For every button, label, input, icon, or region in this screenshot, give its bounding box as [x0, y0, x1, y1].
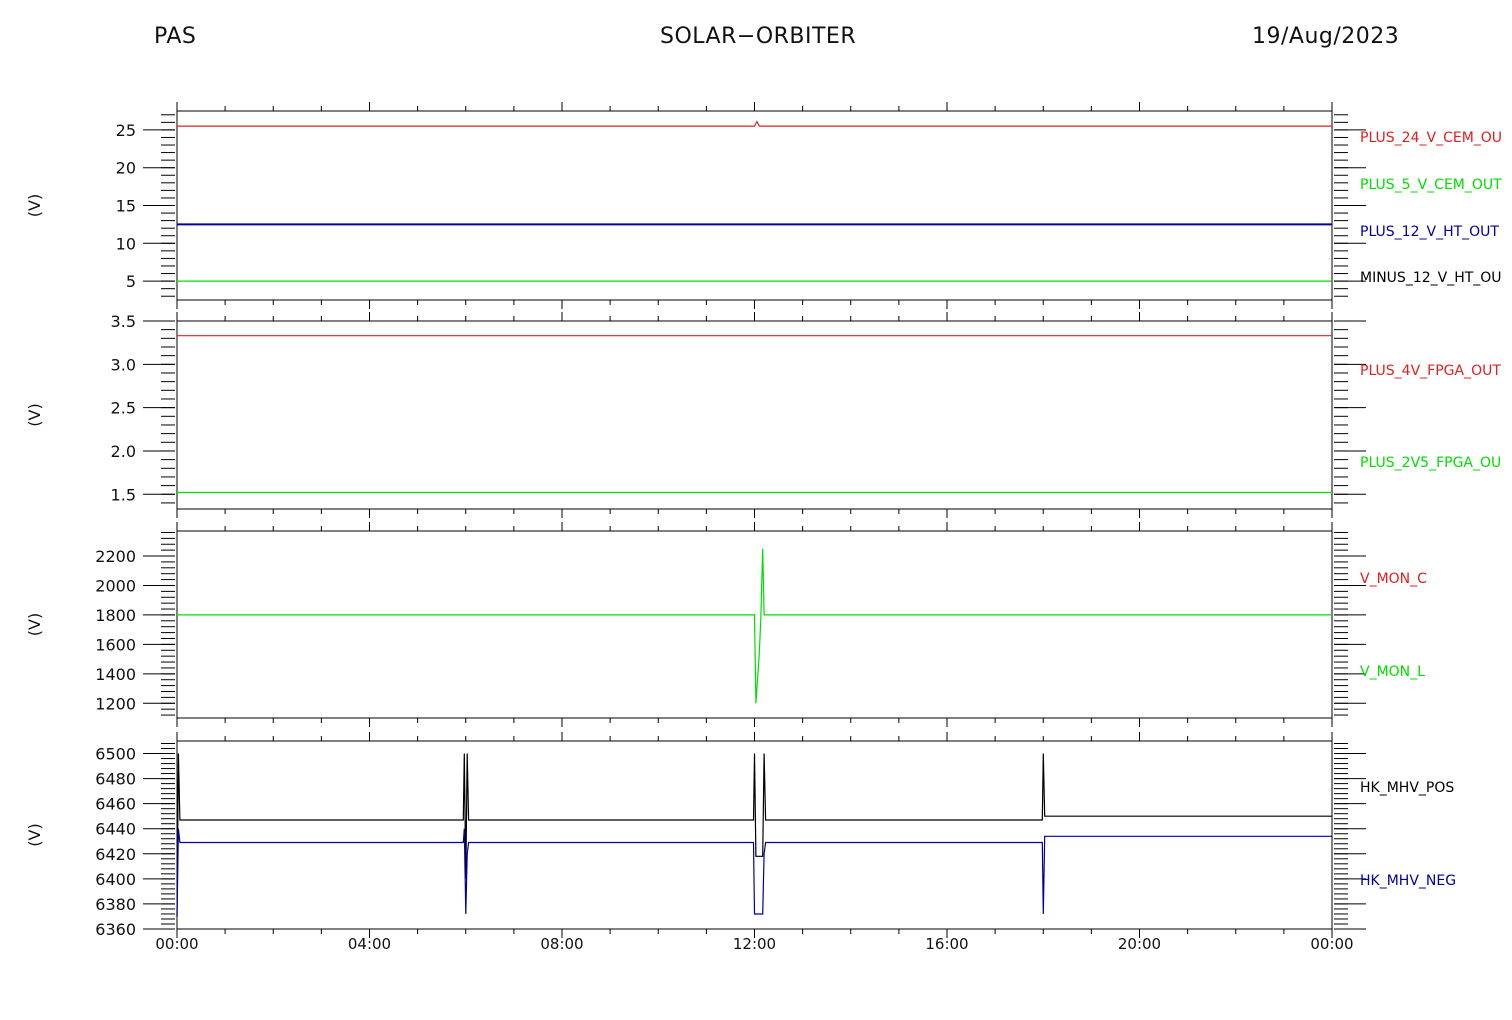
y-tick-label: 15: [116, 197, 136, 216]
panel-2: 1.5 2.0 2.5 3.0 3.5 (V) PLUS_4V_FPGA_OUT PLUS_2…: [25, 312, 1501, 518]
legend-label: PLUS_4V_FPGA_OUT: [1360, 363, 1501, 379]
y-tick-label: 20: [116, 159, 136, 178]
y-tick-label: 6420: [95, 845, 136, 864]
x-tick-label: 08:00: [540, 935, 583, 953]
x-tick-label: 20:00: [1118, 935, 1161, 953]
y-tick-label: 1200: [95, 694, 136, 713]
y-tick-label: 6500: [95, 745, 136, 764]
legend-label: PLUS_12_V_HT_OUT: [1360, 224, 1499, 240]
y-tick-label: 6360: [95, 920, 136, 939]
series-line-plus_24_v_cem_ou: [177, 120, 1332, 127]
legend-label: HK_MHV_NEG: [1360, 873, 1456, 889]
x-tick-label: 12:00: [733, 935, 776, 953]
y-tick-label: 5: [126, 272, 136, 291]
panel-4: 6360 6380 6400 6420 6440 6460 6480 6500 (V) 00:00…: [25, 732, 1456, 953]
y-tick-label: 6480: [95, 770, 136, 789]
y-tick-label: 1400: [95, 665, 136, 684]
y-tick-label: 6380: [95, 895, 136, 914]
y-tick-label: 1.5: [111, 485, 136, 504]
y-tick-label: 2000: [95, 576, 136, 595]
y-tick-label: 3.0: [111, 355, 136, 374]
y-tick-label: 1600: [95, 635, 136, 654]
y-tick-label: 6400: [95, 870, 136, 889]
y-tick-label: 1800: [95, 606, 136, 625]
y-axis-label: (V): [25, 613, 44, 636]
x-tick-label: 00:00: [1310, 935, 1353, 953]
y-tick-label: 2.5: [111, 399, 136, 418]
plot-frame: [176, 110, 1333, 301]
legend-label: PLUS_24_V_CEM_OU: [1360, 130, 1502, 146]
legend-label: HK_MHV_POS: [1360, 780, 1454, 796]
y-tick-label: 2.0: [111, 442, 136, 461]
y-axis-label: (V): [25, 194, 44, 217]
legend-label: V_MON_L: [1360, 664, 1425, 680]
y-axis-label: (V): [25, 403, 44, 426]
timeseries-plot: 5 10 15 20 25 (V) PLUS_24_V_CEM_OU PLUS_5_V_CEM…: [25, 102, 1502, 953]
legend-label: PLUS_2V5_FPGA_OU: [1360, 455, 1501, 471]
series-line-hk_mhv_neg: [176, 828, 1332, 917]
legend-label: MINUS_12_V_HT_OU: [1360, 270, 1502, 286]
y-tick-label: 6440: [95, 820, 136, 839]
series-line-v_mon_l: [177, 548, 1332, 704]
y-axis-label: (V): [25, 823, 44, 846]
y-tick-label: 6460: [95, 795, 136, 814]
y-tick-label: 10: [116, 234, 136, 253]
x-tick-label: 16:00: [925, 935, 968, 953]
x-tick-label: 04:00: [348, 935, 391, 953]
y-tick-label: 2200: [95, 547, 136, 566]
x-tick-label: 00:00: [155, 935, 198, 953]
panel-1: 5 10 15 20 25 (V) PLUS_24_V_CEM_OU PLUS_5_V_CEM…: [25, 102, 1502, 309]
legend-label: PLUS_5_V_CEM_OUT: [1360, 177, 1502, 193]
y-tick-label: 25: [116, 121, 136, 140]
plot-frame: [176, 320, 1333, 510]
panel-3: 1200 1400 1600 1800 2000 2200 (V) V_MON_C V_MON_…: [25, 522, 1427, 727]
y-tick-label: 3.5: [111, 312, 136, 331]
legend-label: V_MON_C: [1360, 571, 1427, 587]
